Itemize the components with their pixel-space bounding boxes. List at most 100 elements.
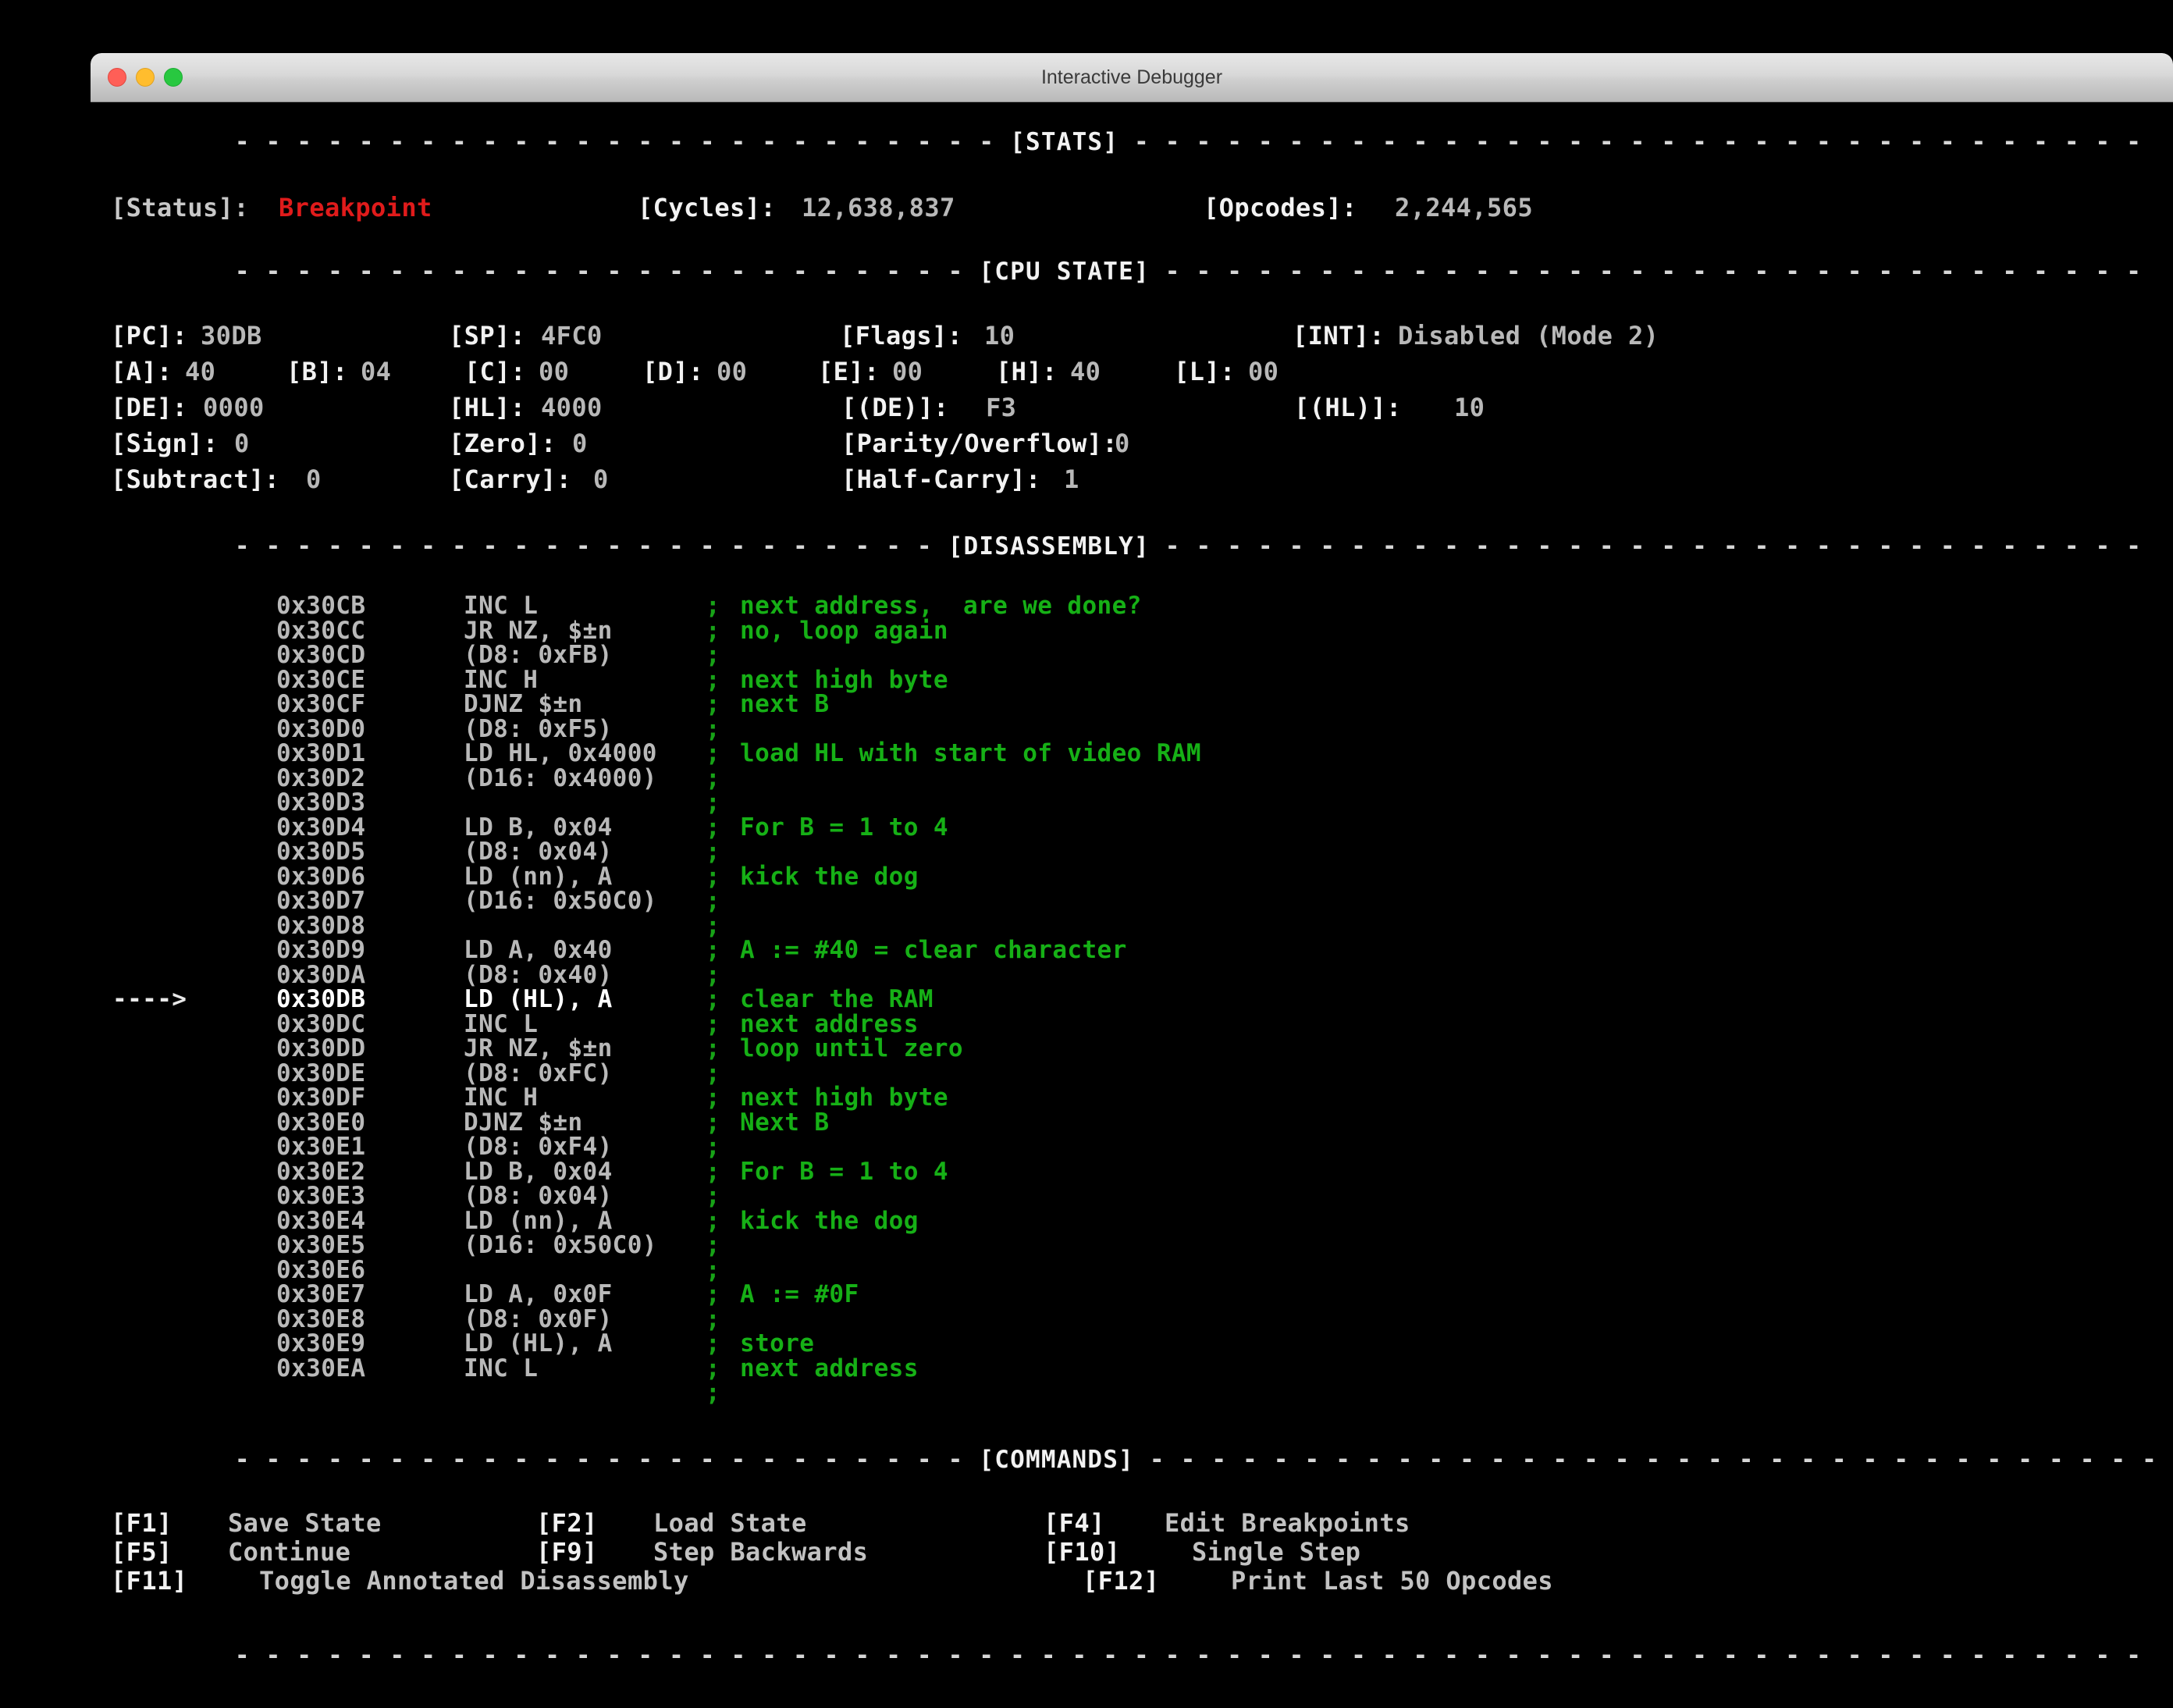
- disassembly-row[interactable]: 0x30E0 DJNZ $±n; Next B: [111, 1110, 2159, 1136]
- reg-e-value: 00: [892, 357, 923, 386]
- command-label-toggle-annotated-disassembly[interactable]: Toggle Annotated Disassembly: [259, 1566, 1083, 1596]
- disassembly-comment: next address: [740, 1009, 919, 1038]
- disassembly-row[interactable]: 0x30D6 LD (nn), A; kick the dog: [111, 862, 2159, 891]
- disassembly-row[interactable]: 0x30CE INC H; next high byte: [111, 665, 2159, 694]
- disassembly-row[interactable]: 0x30CB INC L; next address, are we done?: [111, 592, 2159, 620]
- disassembly-row[interactable]: 0x30D2 (D16: 0x4000);: [111, 766, 2159, 792]
- current-pc-arrow-icon: [111, 963, 276, 988]
- disassembly-row[interactable]: 0x30E6;: [111, 1258, 2159, 1283]
- int-value: Disabled (Mode 2): [1398, 321, 1659, 350]
- comment-separator: ;: [706, 641, 721, 669]
- disassembly-row[interactable]: 0x30E1 (D8: 0xF4);: [111, 1134, 2159, 1160]
- disassembly-opcode: LD (HL), A: [464, 985, 613, 1013]
- disassembly-row[interactable]: 0x30E5 (D16: 0x50C0);: [111, 1233, 2159, 1258]
- disassembly-row-current[interactable]: ----> 0x30DB LD (HL), A; clear the RAM: [111, 987, 2159, 1012]
- disassembly-opcode: DJNZ $±n: [464, 690, 583, 718]
- disassembly-comment: [740, 1308, 2159, 1333]
- disassembly-list[interactable]: 0x30CB INC L; next address, are we done? 0x…: [111, 592, 2159, 1406]
- sp-label: [SP]:: [449, 321, 526, 350]
- disassembly-row[interactable]: 0x30CC JR NZ, $±n; no, loop again: [111, 618, 2159, 644]
- comment-separator: ;: [706, 862, 721, 891]
- disassembly-comment: [740, 840, 2159, 865]
- window-titlebar[interactable]: Interactive Debugger: [91, 53, 2173, 102]
- disassembly-opcode: (D8: 0x04): [464, 838, 613, 866]
- stats-rule-right: - - - - - - - - - - - - - - - - - - - - …: [1119, 128, 2159, 156]
- disassembly-opcode: LD HL, 0x4000: [464, 739, 657, 767]
- reg-e-label: [E]:: [818, 357, 880, 386]
- current-pc-arrow-icon: [111, 1258, 276, 1283]
- comment-separator: ;: [706, 960, 721, 989]
- disassembly-address: 0x30D6: [276, 862, 366, 891]
- current-pc-arrow-icon: [111, 692, 276, 717]
- command-key-f10[interactable]: [F10]: [1044, 1537, 1192, 1567]
- disassembly-address: 0x30E2: [276, 1157, 366, 1186]
- current-pc-arrow-icon: [111, 668, 276, 693]
- command-key-f12[interactable]: [F12]: [1083, 1566, 1231, 1596]
- disassembly-opcode: JR NZ, $±n: [464, 1034, 613, 1062]
- disassembly-opcode: INC L: [464, 592, 539, 620]
- command-key-f4[interactable]: [F4]: [1044, 1508, 1165, 1538]
- disassembly-opcode: LD A, 0x0F: [464, 1280, 613, 1308]
- disassembly-comment: [740, 963, 2159, 988]
- comment-separator: ;: [706, 739, 721, 767]
- command-label-load-state[interactable]: Load State: [653, 1508, 1044, 1538]
- disassembly-row[interactable]: 0x30D7 (D16: 0x50C0);: [111, 887, 2159, 915]
- disassembly-row[interactable]: 0x30DC INC L; next address: [111, 1012, 2159, 1037]
- disassembly-comment: loop until zero: [740, 1034, 963, 1062]
- disassembly-row[interactable]: 0x30D5 (D8: 0x04);: [111, 838, 2159, 866]
- current-pc-arrow-icon: [111, 1209, 276, 1234]
- disassembly-row[interactable]: 0x30D3;: [111, 790, 2159, 816]
- command-label-single-step[interactable]: Single Step: [1192, 1537, 1360, 1567]
- disassembly-row[interactable]: 0x30D9 LD A, 0x40; A := #40 = clear charac…: [111, 938, 2159, 963]
- current-pc-arrow-icon: [111, 1233, 276, 1258]
- disassembly-opcode: (D8: 0x04): [464, 1182, 613, 1210]
- opcodes-value: 2,244,565: [1395, 193, 1533, 222]
- command-label-step-backwards[interactable]: Step Backwards: [653, 1537, 1044, 1567]
- disassembly-row[interactable]: 0x30E3 (D8: 0x04);: [111, 1182, 2159, 1210]
- disassembly-opcode: (D16: 0x50C0): [464, 887, 657, 915]
- disassembly-address: 0x30D9: [276, 936, 366, 964]
- disassembly-row[interactable]: 0x30D0 (D8: 0xF5);: [111, 717, 2159, 742]
- parity-overflow-label: [Parity/Overflow]:: [841, 429, 1118, 458]
- disassembly-row[interactable]: 0x30E7 LD A, 0x0F; A := #0F: [111, 1280, 2159, 1308]
- current-pc-arrow-icon: [111, 889, 276, 914]
- command-key-f5[interactable]: [F5]: [111, 1537, 228, 1567]
- current-pc-arrow-icon: [111, 791, 276, 816]
- disassembly-row[interactable]: 0x30E9 LD (HL), A; store: [111, 1331, 2159, 1357]
- command-key-f11[interactable]: [F11]: [111, 1566, 259, 1596]
- command-key-f9[interactable]: [F9]: [536, 1537, 653, 1567]
- disassembly-comment: [740, 717, 2159, 742]
- disassembly-row[interactable]: 0x30CF DJNZ $±n; next B: [111, 692, 2159, 717]
- hl-deref-value: 10: [1454, 393, 1485, 422]
- disassembly-row[interactable]: 0x30DA (D8: 0x40);: [111, 963, 2159, 988]
- command-key-f2[interactable]: [F2]: [536, 1508, 653, 1538]
- disassembly-row[interactable]: 0x30DF INC H; next high byte: [111, 1084, 2159, 1112]
- disassembly-row[interactable]: 0x30D4 LD B, 0x04; For B = 1 to 4: [111, 815, 2159, 841]
- de-deref-value: F3: [986, 393, 1017, 422]
- disassembly-row[interactable]: 0x30EA INC L; next address: [111, 1356, 2159, 1382]
- disassembly-row[interactable]: 0x30E2 LD B, 0x04; For B = 1 to 4: [111, 1157, 2159, 1186]
- disassembly-row[interactable]: 0x30E8 (D8: 0x0F);: [111, 1307, 2159, 1333]
- current-pc-arrow-icon: ---->: [112, 985, 187, 1013]
- current-pc-arrow-icon: [111, 767, 276, 792]
- command-label-edit-breakpoints[interactable]: Edit Breakpoints: [1165, 1508, 1410, 1538]
- disassembly-row[interactable]: 0x30D8;: [111, 913, 2159, 939]
- zero-label: [Zero]:: [449, 429, 557, 458]
- disassembly-row[interactable]: ;: [111, 1380, 2159, 1406]
- cycles-value: 12,638,837: [802, 193, 955, 222]
- command-key-f1[interactable]: [F1]: [111, 1508, 228, 1538]
- disassembly-row[interactable]: 0x30E4 LD (nn), A; kick the dog: [111, 1208, 2159, 1234]
- disassembly-row[interactable]: 0x30DE (D8: 0xFC);: [111, 1061, 2159, 1087]
- comment-separator: ;: [706, 1084, 721, 1112]
- disassembly-row[interactable]: 0x30DD JR NZ, $±n; loop until zero: [111, 1034, 2159, 1062]
- disassembly-address: 0x30CE: [276, 665, 366, 694]
- disassembly-row[interactable]: 0x30D1 LD HL, 0x4000; load HL with start o…: [111, 739, 2159, 767]
- current-pc-arrow-icon: [111, 840, 276, 865]
- disassembly-section-header: [DISASSEMBLY]: [948, 532, 1150, 560]
- command-label-save-state[interactable]: Save State: [228, 1508, 536, 1538]
- command-label-continue[interactable]: Continue: [228, 1537, 536, 1567]
- comment-separator: ;: [706, 690, 721, 718]
- footer-rule-line: - - - - - - - - - - - - - - - - - - - - …: [234, 1641, 2159, 1670]
- command-label-print-last-50-opcodes[interactable]: Print Last 50 Opcodes: [1231, 1566, 1553, 1596]
- disassembly-row[interactable]: 0x30CD (D8: 0xFB);: [111, 641, 2159, 669]
